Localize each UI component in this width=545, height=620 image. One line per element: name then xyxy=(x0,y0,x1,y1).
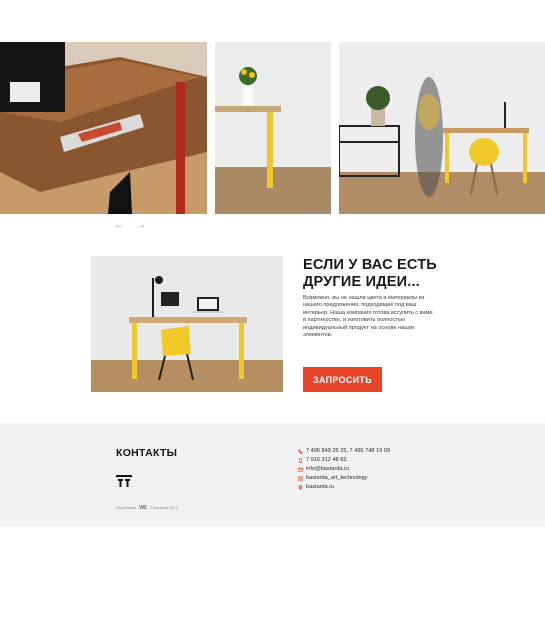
photo-gallery xyxy=(0,42,545,214)
mail-icon xyxy=(298,467,303,472)
contact-mobile: 7 915 312 48 65 xyxy=(298,456,390,465)
gallery-arrows: ← → xyxy=(114,220,146,232)
email-link[interactable]: info@bastarda.ru xyxy=(306,465,349,474)
gallery-next-arrow[interactable]: → xyxy=(136,220,146,232)
promo-description: Возможно, вы не нашли цвета и материалы … xyxy=(303,295,433,339)
phone-icon xyxy=(298,449,303,454)
developer-credit: Разработка WS © Bastarda 2019 xyxy=(116,505,178,511)
gallery-photo-console-yellow-leg[interactable] xyxy=(215,42,331,214)
footer-title: КОНТАКТЫ xyxy=(116,447,178,459)
phone-link[interactable]: 7 495 849 25 25, 7 495 748 19 09 xyxy=(306,447,390,456)
copyright-text: © Bastarda 2019 xyxy=(149,506,178,510)
contact-phone: 7 495 849 25 25, 7 495 748 19 09 xyxy=(298,447,390,456)
contact-email: info@bastarda.ru xyxy=(298,465,390,474)
brand-logo-icon[interactable] xyxy=(116,474,132,487)
gallery-photo-workspace[interactable] xyxy=(339,42,545,214)
footer: КОНТАКТЫ Разработка WS © Bastarda 2019 7… xyxy=(0,423,545,527)
instagram-link[interactable]: bastarda_art_technology xyxy=(306,474,368,483)
contact-instagram: bastarda_art_technology xyxy=(298,474,390,483)
gallery-photo-desk-red-leg[interactable] xyxy=(0,42,207,214)
promo-title: ЕСЛИ У ВАС ЕСТЬ ДРУГИЕ ИДЕИ... xyxy=(303,257,437,290)
gallery-prev-arrow[interactable]: ← xyxy=(114,220,124,232)
contact-list: 7 495 849 25 25, 7 495 748 19 09 7 915 3… xyxy=(298,447,390,492)
instagram-icon xyxy=(298,476,303,481)
developer-logo[interactable]: WS xyxy=(139,505,147,511)
website-link[interactable]: bastarda.ru xyxy=(306,483,334,492)
credit-prefix: Разработка xyxy=(116,506,137,510)
location-icon xyxy=(298,485,303,490)
contact-website: bastarda.ru xyxy=(298,483,390,492)
mobile-link[interactable]: 7 915 312 48 65 xyxy=(306,456,346,465)
promo-photo-desk-yellow-chair xyxy=(91,256,283,392)
request-button[interactable]: ЗАПРОСИТЬ xyxy=(303,367,382,392)
mobile-icon xyxy=(298,458,303,463)
